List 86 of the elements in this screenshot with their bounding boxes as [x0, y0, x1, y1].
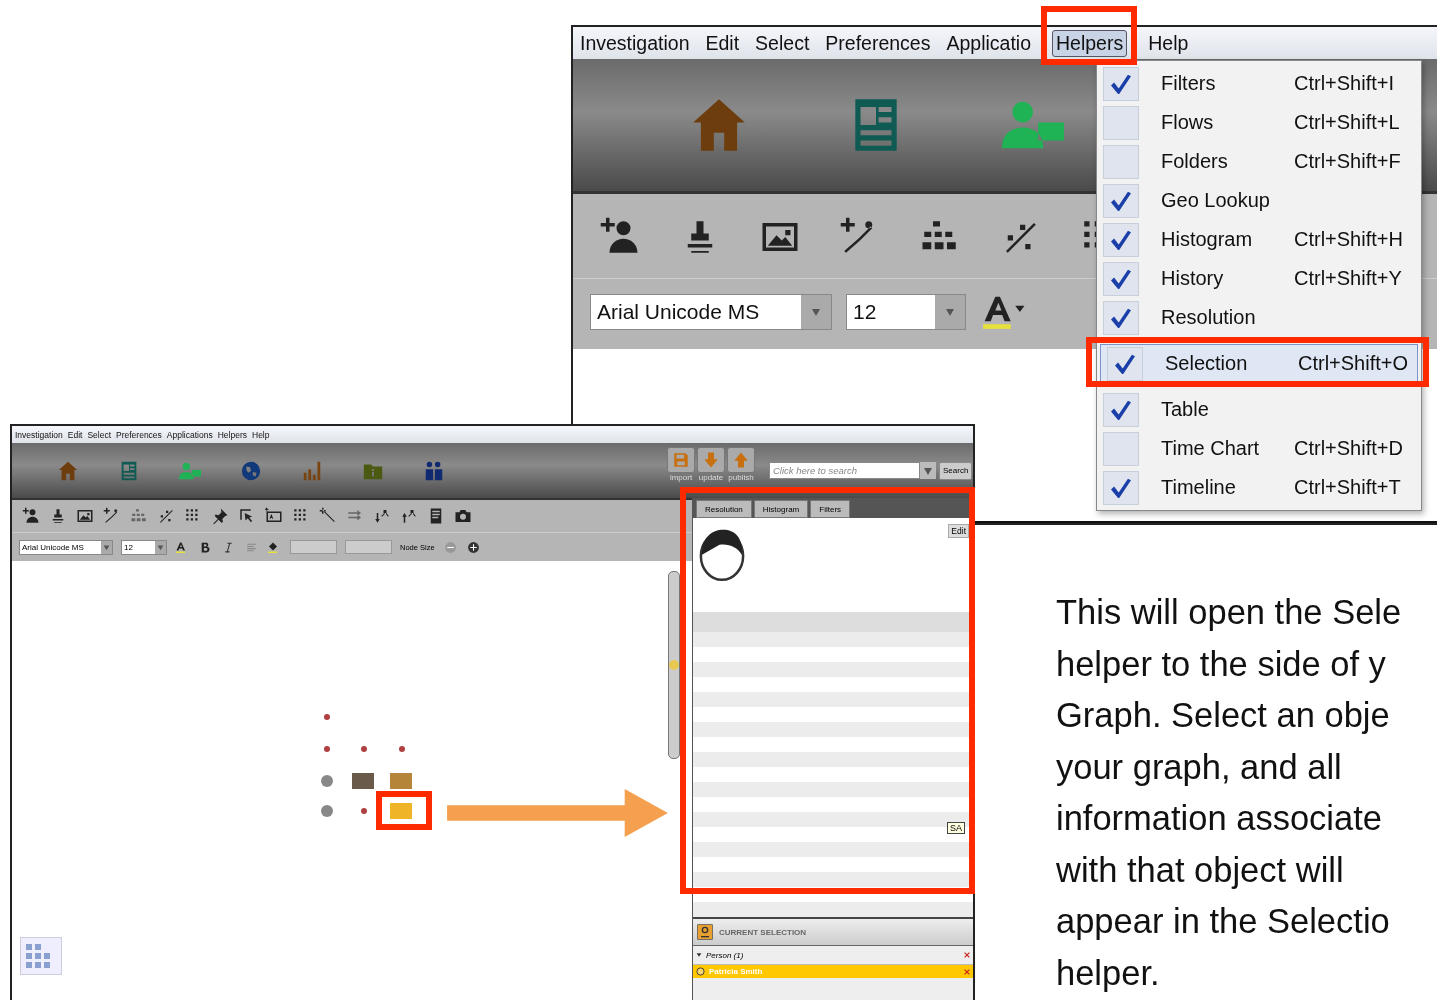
- dropdown-button[interactable]: [920, 462, 936, 479]
- up-arrow-icon: [732, 451, 750, 469]
- graph-node[interactable]: [361, 808, 367, 814]
- size-dropdown[interactable]: 12: [846, 294, 966, 330]
- search-field[interactable]: Click here to search: [769, 462, 920, 479]
- caret-icon[interactable]: [696, 952, 702, 958]
- menu-item[interactable]: Geo Lookup: [1097, 181, 1421, 220]
- checkmark-icon: [1115, 353, 1135, 374]
- close-icon[interactable]: [964, 968, 970, 975]
- graph-node[interactable]: [324, 746, 330, 752]
- menu-item[interactable]: Resolution: [1097, 298, 1421, 337]
- pin-icon[interactable]: [211, 507, 229, 525]
- instruction-text: This will open the Sele helper to the side of y Graph. Select an obje your graph, and all information associate with that object will appear in the Selectio helper.: [1056, 592, 1402, 994]
- caret-icon: [157, 543, 164, 551]
- person-add-icon[interactable]: [22, 507, 40, 525]
- close-icon[interactable]: [964, 952, 970, 958]
- search-button[interactable]: Search: [939, 461, 973, 480]
- menu-item[interactable]: Histogram Ctrl+Shift+H: [1097, 220, 1421, 259]
- camera-icon[interactable]: [454, 507, 472, 525]
- graph-node[interactable]: [321, 805, 333, 817]
- menu-item[interactable]: Flows Ctrl+Shift+L: [1097, 103, 1421, 142]
- plus-icon[interactable]: [465, 540, 481, 554]
- menu-item[interactable]: Preferences: [822, 30, 934, 56]
- panel-title: CURRENT SELECTION: [719, 927, 807, 937]
- edit-button[interactable]: Edit: [948, 524, 969, 538]
- selection-icon: [697, 924, 713, 940]
- graph-node[interactable]: [399, 746, 405, 752]
- line-icon[interactable]: [319, 507, 337, 525]
- people-icon[interactable]: [423, 459, 445, 482]
- minus-icon[interactable]: [442, 540, 458, 554]
- checkmark-icon: [1111, 229, 1131, 250]
- download-icon[interactable]: [373, 507, 391, 525]
- zoom-slider[interactable]: [668, 571, 680, 759]
- graph-node[interactable]: [390, 803, 412, 819]
- menu-item[interactable]: Helpers: [217, 429, 247, 440]
- graph-node[interactable]: [321, 775, 333, 787]
- arrow-icon: [445, 789, 670, 837]
- home-icon[interactable]: [57, 459, 79, 482]
- graph-node[interactable]: [361, 746, 367, 752]
- person-icon: [696, 967, 705, 976]
- font-dropdown[interactable]: Arial Unicode MS: [19, 539, 113, 555]
- menu-item[interactable]: Edit: [702, 30, 743, 56]
- helper-tab[interactable]: Filters: [810, 500, 851, 518]
- menu-item[interactable]: Applicatio: [943, 30, 1034, 56]
- caret-icon: [945, 307, 955, 317]
- menu-item[interactable]: History Ctrl+Shift+Y: [1097, 259, 1421, 298]
- checkmark-icon: [1111, 73, 1131, 94]
- size-dropdown[interactable]: 12: [121, 539, 167, 555]
- menu-item[interactable]: Folders Ctrl+Shift+F: [1097, 142, 1421, 181]
- graph-node[interactable]: [352, 773, 374, 789]
- menu-item[interactable]: Select: [752, 30, 813, 56]
- menu-item[interactable]: Help: [1145, 30, 1192, 56]
- caret-icon: [811, 307, 821, 317]
- menu-item[interactable]: Preferences: [116, 429, 162, 440]
- helper-tab[interactable]: Resolution: [696, 500, 752, 518]
- menu-item[interactable]: Applications: [166, 429, 213, 440]
- font-dropdown[interactable]: Arial Unicode MS: [590, 294, 832, 330]
- slider-thumb[interactable]: [669, 660, 679, 670]
- image-icon[interactable]: [76, 507, 94, 525]
- menu-item[interactable]: Table: [1097, 390, 1421, 429]
- down-arrow-icon: [702, 451, 720, 469]
- caret-icon: [103, 543, 110, 551]
- menu-item[interactable]: Investigation: [577, 30, 693, 56]
- menu-item[interactable]: Investigation: [15, 429, 63, 440]
- checkmark-icon: [1111, 399, 1131, 420]
- menu-item[interactable]: Select: [87, 429, 111, 440]
- checkmark-icon: [1111, 307, 1131, 328]
- menu-item[interactable]: Helpers: [1052, 29, 1128, 57]
- menu-item[interactable]: Selection Ctrl+Shift+O: [1100, 344, 1418, 383]
- graph-node[interactable]: [390, 773, 412, 789]
- menu-item[interactable]: Edit: [67, 429, 83, 440]
- text-box-icon[interactable]: [265, 507, 283, 525]
- globe-icon[interactable]: [240, 459, 262, 482]
- checkmark-icon: [1111, 268, 1131, 289]
- helper-tab[interactable]: Histogram: [753, 500, 809, 518]
- menu-item[interactable]: Filters Ctrl+Shift+I: [1097, 64, 1421, 103]
- menu-item[interactable]: Time Chart Ctrl+Shift+D: [1097, 429, 1421, 468]
- checkmark-icon: [1111, 190, 1131, 211]
- save-icon: [672, 451, 690, 469]
- menu-item[interactable]: Help: [252, 429, 270, 440]
- upload-icon[interactable]: [400, 507, 418, 525]
- menu-item[interactable]: Timeline Ctrl+Shift+T: [1097, 468, 1421, 507]
- highlight-frame: [376, 791, 432, 830]
- checkmark-icon: [1111, 477, 1131, 498]
- caret-icon: [923, 465, 933, 476]
- graph-node[interactable]: [324, 714, 330, 720]
